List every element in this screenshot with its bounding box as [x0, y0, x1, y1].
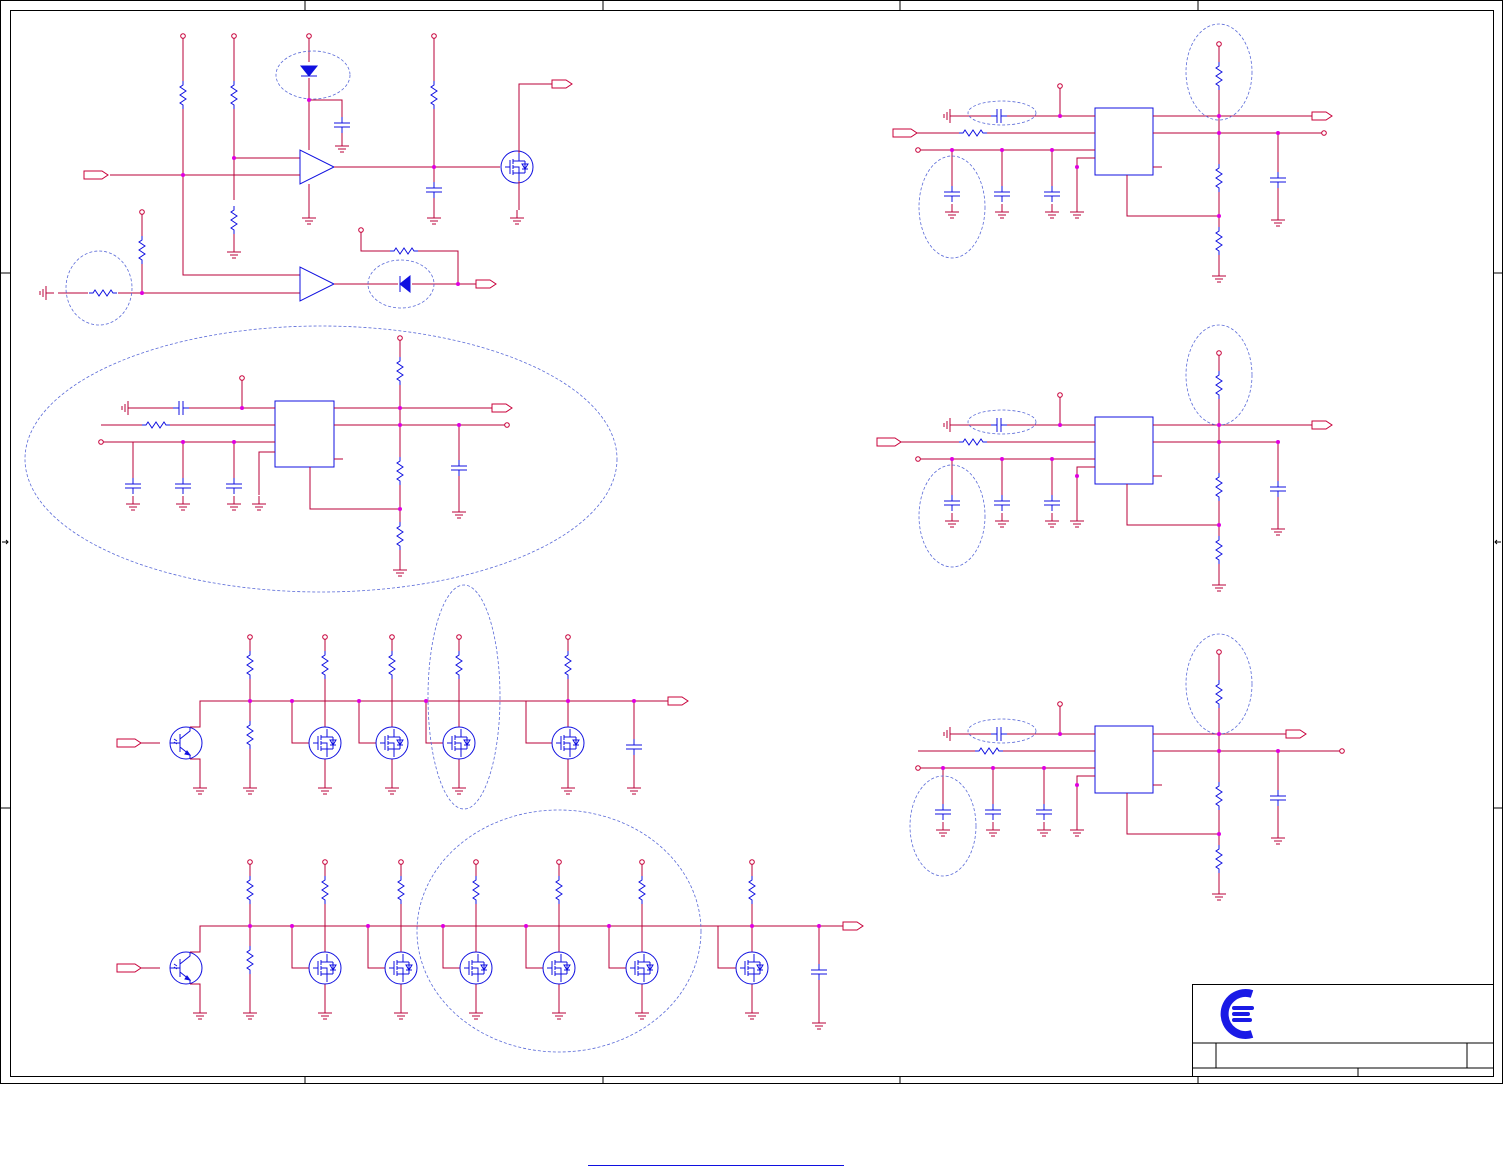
schematic-sheet	[0, 0, 1503, 1084]
mosfet-chain-1	[116, 584, 689, 810]
footer-link[interactable]	[588, 1152, 844, 1166]
npn-transistor-icon	[169, 951, 203, 985]
highlight-ellipse	[427, 584, 501, 810]
diode-icon	[399, 274, 411, 294]
regulator-circuit-right-2	[876, 324, 1333, 592]
highlight-ellipse	[275, 50, 351, 100]
highlight-ellipse	[65, 250, 133, 326]
highlight-ellipse	[24, 325, 618, 593]
regulator-circuit-right-3	[909, 633, 1345, 901]
comparator-icon	[299, 149, 335, 185]
regulator-ic	[274, 400, 335, 468]
title-block	[1192, 984, 1494, 1077]
mosfet-chain-2	[116, 809, 864, 1053]
diode-icon	[299, 65, 319, 77]
net-port-icon	[83, 170, 109, 180]
mosfet-icon	[500, 150, 534, 184]
regulator-circuit-left	[24, 325, 618, 593]
regulator-circuit-right-1	[892, 23, 1333, 283]
npn-transistor-icon	[169, 726, 203, 760]
comparator-icon	[299, 266, 335, 302]
comparator-circuit	[39, 33, 573, 326]
company-logo-icon	[1220, 989, 1254, 1039]
footer-link-text[interactable]	[588, 1152, 844, 1166]
